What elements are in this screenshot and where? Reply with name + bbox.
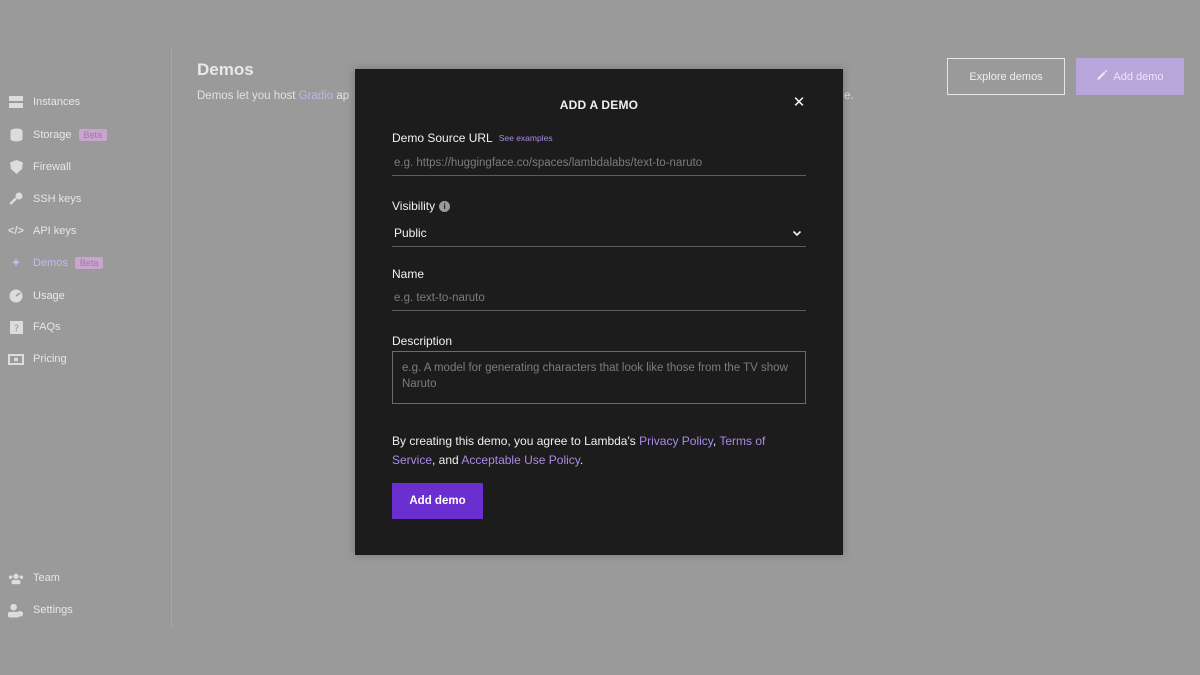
- visibility-label-text: Visibility: [392, 199, 436, 213]
- sidebar-item-label: Demos: [33, 257, 68, 269]
- name-input[interactable]: [392, 285, 806, 311]
- privacy-policy-link[interactable]: Privacy Policy: [639, 434, 713, 448]
- sidebar-item-label: SSH keys: [33, 193, 82, 205]
- close-icon[interactable]: ✕: [791, 95, 807, 111]
- sidebar-item-faqs[interactable]: ? FAQs: [0, 315, 172, 339]
- sparkle-icon: ✦: [10, 255, 22, 270]
- sidebar: Instances Storage Beta Firewall SSH keys…: [0, 48, 172, 626]
- sidebar-item-ssh-keys[interactable]: SSH keys: [0, 187, 172, 211]
- terms-text: , and: [432, 453, 462, 467]
- description-text: ap: [333, 90, 350, 102]
- demo-source-url-input[interactable]: [392, 150, 806, 176]
- terms-text: .: [579, 453, 584, 467]
- explore-demos-button[interactable]: Explore demos: [947, 58, 1065, 95]
- magic-wand-icon: [1096, 69, 1108, 84]
- sidebar-item-instances[interactable]: Instances: [0, 90, 172, 114]
- demo-source-url-label-text: Demo Source URL: [392, 131, 493, 145]
- acceptable-use-policy-link[interactable]: Acceptable Use Policy: [461, 453, 580, 467]
- sidebar-item-api-keys[interactable]: </> API keys: [0, 219, 172, 243]
- add-demo-label: Add demo: [1113, 70, 1164, 83]
- submit-add-demo-button[interactable]: Add demo: [392, 483, 483, 519]
- info-icon[interactable]: i: [439, 200, 451, 212]
- page-description-tail: e.: [844, 90, 854, 102]
- sidebar-item-demos[interactable]: ✦ Demos Beta: [0, 251, 172, 275]
- gradio-link[interactable]: Gradio: [299, 90, 334, 102]
- sidebar-item-pricing[interactable]: Pricing: [0, 347, 172, 371]
- name-label-text: Name: [392, 267, 425, 281]
- beta-badge: Beta: [78, 129, 108, 141]
- visibility-value: Public: [394, 225, 427, 240]
- sidebar-item-storage[interactable]: Storage Beta: [0, 123, 172, 147]
- terms-text: By creating this demo, you agree to Lamb…: [392, 434, 640, 448]
- description-label: Description: [392, 334, 452, 348]
- sidebar-item-label: API keys: [33, 225, 77, 237]
- description-text: Demos let you host: [197, 90, 299, 102]
- name-label: Name: [392, 267, 424, 281]
- description-label-text: Description: [392, 334, 453, 348]
- visibility-select[interactable]: Public: [392, 219, 806, 247]
- pricing-icon: [8, 351, 24, 367]
- sidebar-item-label: Instances: [33, 96, 81, 108]
- sidebar-item-label: Settings: [33, 604, 73, 616]
- gauge-icon: [8, 288, 24, 304]
- visibility-label: Visibility i: [392, 199, 451, 213]
- sidebar-item-label: Firewall: [33, 161, 71, 173]
- sidebar-item-settings[interactable]: Settings: [0, 598, 172, 622]
- add-demo-modal: ADD A DEMO ✕ Demo Source URL See example…: [355, 69, 843, 555]
- database-icon: [8, 127, 24, 143]
- team-icon: [8, 570, 24, 586]
- add-demo-button[interactable]: Add demo: [1076, 58, 1184, 95]
- sidebar-item-label: Storage: [33, 129, 72, 141]
- sidebar-item-label: Pricing: [33, 353, 67, 365]
- see-examples-link[interactable]: See examples: [499, 133, 553, 143]
- modal-title: ADD A DEMO: [559, 98, 639, 112]
- page-description: Demos let you host Gradio ap: [197, 90, 349, 102]
- sidebar-item-label: Usage: [33, 290, 65, 302]
- beta-badge: Beta: [74, 257, 104, 269]
- user-settings-icon: [8, 602, 24, 618]
- key-icon: [8, 191, 24, 207]
- sidebar-item-usage[interactable]: Usage: [0, 284, 172, 308]
- chevron-down-icon: [792, 230, 802, 236]
- svg-text:?: ?: [13, 323, 18, 334]
- sidebar-item-label: FAQs: [33, 321, 61, 333]
- sidebar-item-team[interactable]: Team: [0, 566, 172, 590]
- sidebar-item-label: Team: [33, 572, 60, 584]
- shield-icon: [8, 159, 24, 175]
- description-textarea[interactable]: [392, 351, 806, 404]
- question-icon: ?: [8, 319, 24, 335]
- code-icon: </>: [8, 225, 24, 237]
- server-icon: [8, 94, 24, 110]
- page-title: Demos: [197, 60, 254, 79]
- terms-notice: By creating this demo, you agree to Lamb…: [392, 432, 806, 470]
- sidebar-item-firewall[interactable]: Firewall: [0, 155, 172, 179]
- demo-source-url-label: Demo Source URL See examples: [392, 131, 553, 145]
